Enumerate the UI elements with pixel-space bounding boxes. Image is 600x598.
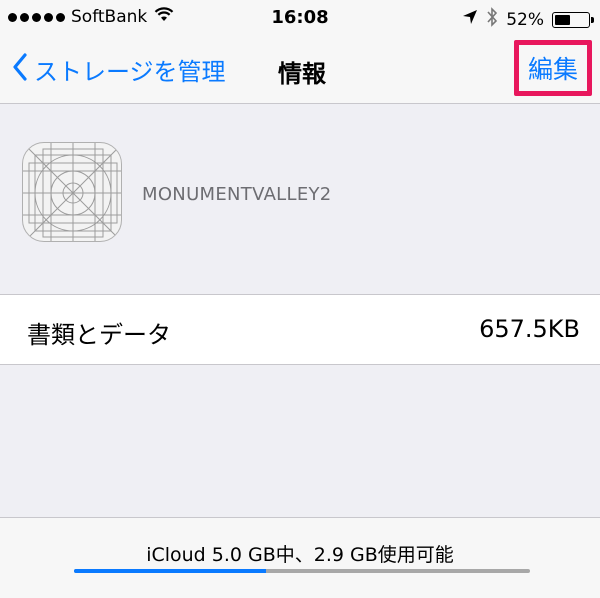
- battery-icon: [552, 11, 594, 28]
- edit-button[interactable]: 編集: [514, 40, 592, 96]
- documents-size: 657.5KB: [479, 315, 580, 343]
- documents-label: 書類とデータ: [27, 321, 171, 349]
- storage-summary: iCloud 5.0 GB中、2.9 GB使用可能: [0, 517, 600, 598]
- status-bar: SoftBank 16:08 52%: [0, 0, 600, 36]
- status-right: 52%: [462, 7, 594, 32]
- battery-percent: 52%: [506, 9, 544, 30]
- back-label: ストレージを管理: [34, 58, 226, 86]
- app-info: MONUMENTVALLEY2: [0, 104, 600, 294]
- back-button[interactable]: ストレージを管理: [12, 52, 226, 87]
- navigation-bar: ストレージを管理 情報 編集: [0, 36, 600, 104]
- storage-progress-fill: [74, 569, 266, 573]
- app-placeholder-icon: [22, 142, 122, 242]
- storage-progress-bar: [74, 569, 530, 573]
- storage-text: iCloud 5.0 GB中、2.9 GB使用可能: [146, 544, 454, 566]
- app-name: MONUMENTVALLEY2: [142, 184, 332, 205]
- location-arrow-icon: [462, 9, 478, 30]
- page-title: 情報: [278, 60, 326, 88]
- bluetooth-icon: [486, 7, 498, 32]
- chevron-left-icon: [12, 52, 28, 87]
- documents-data-row: 書類とデータ 657.5KB: [0, 294, 600, 365]
